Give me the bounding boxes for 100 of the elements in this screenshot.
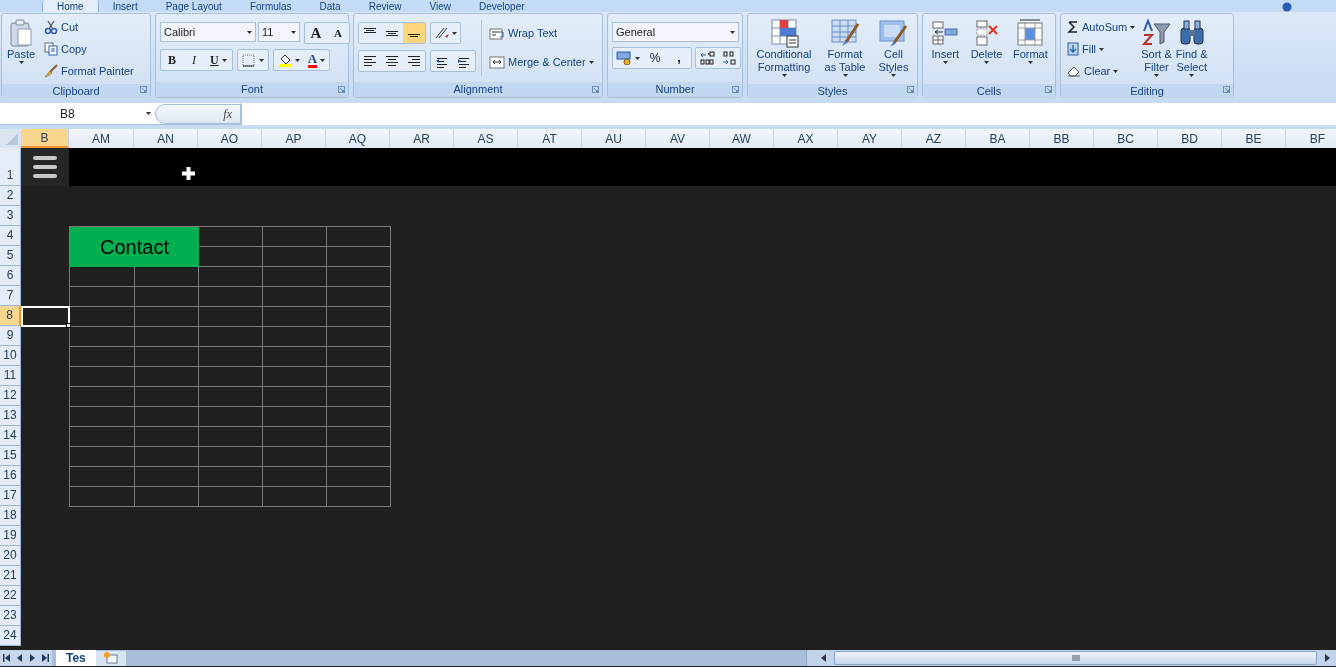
- table-cell[interactable]: [263, 347, 327, 367]
- fill-button[interactable]: Fill: [1065, 38, 1138, 60]
- table-cell[interactable]: [199, 367, 263, 387]
- column-header[interactable]: BB: [1030, 129, 1094, 148]
- row-header[interactable]: 3: [0, 206, 21, 226]
- format-painter-button[interactable]: Format Painter: [42, 60, 136, 82]
- table-cell[interactable]: [70, 447, 135, 467]
- table-cell[interactable]: [327, 407, 391, 427]
- table-cell[interactable]: [199, 267, 263, 287]
- column-header[interactable]: BE: [1222, 129, 1286, 148]
- next-sheet-icon[interactable]: [29, 654, 36, 662]
- ribbon-tab[interactable]: Page Layout: [151, 0, 236, 12]
- row-header[interactable]: 11: [0, 366, 21, 386]
- table-cell[interactable]: [263, 267, 327, 287]
- bold-button[interactable]: B: [161, 50, 183, 70]
- row-header[interactable]: 10: [0, 346, 21, 366]
- table-cell[interactable]: [199, 427, 263, 447]
- table-cell[interactable]: [199, 447, 263, 467]
- table-cell[interactable]: [135, 367, 199, 387]
- table-cell[interactable]: [263, 327, 327, 347]
- row-header[interactable]: 14: [0, 426, 21, 446]
- cut-button[interactable]: Cut: [42, 16, 136, 38]
- table-cell[interactable]: [135, 267, 199, 287]
- row-header[interactable]: 21: [0, 566, 21, 586]
- row-header[interactable]: 6: [0, 266, 21, 286]
- table-cell[interactable]: [263, 367, 327, 387]
- table-cell[interactable]: [199, 327, 263, 347]
- clear-button[interactable]: Clear: [1065, 60, 1138, 82]
- sort-filter-button[interactable]: Sort & Filter: [1139, 16, 1174, 82]
- delete-button[interactable]: Delete: [968, 16, 1005, 82]
- ribbon-tab[interactable]: Review: [354, 0, 416, 12]
- column-header[interactable]: AS: [454, 129, 518, 148]
- column-header[interactable]: AX: [774, 129, 838, 148]
- row-header[interactable]: 12: [0, 386, 21, 406]
- ribbon-tab[interactable]: Data: [305, 0, 355, 12]
- table-cell[interactable]: [263, 487, 327, 507]
- row-header[interactable]: 8: [0, 306, 21, 326]
- currency-format-button[interactable]: [613, 48, 643, 68]
- previous-sheet-icon[interactable]: [16, 654, 23, 662]
- row-header[interactable]: 22: [0, 586, 21, 606]
- table-cell[interactable]: [70, 347, 135, 367]
- selected-cell[interactable]: [21, 306, 70, 327]
- row-header[interactable]: 19: [0, 526, 21, 546]
- ribbon-tab[interactable]: Insert: [98, 0, 152, 12]
- dialog-launcher-icon[interactable]: [140, 86, 147, 93]
- table-cell[interactable]: [263, 407, 327, 427]
- sheet-tab[interactable]: Tes: [56, 650, 96, 666]
- column-header[interactable]: BC: [1094, 129, 1158, 148]
- table-cell[interactable]: [135, 407, 199, 427]
- cell-styles-button[interactable]: Cell Styles: [876, 16, 911, 82]
- dialog-launcher-icon[interactable]: [338, 86, 345, 93]
- table-cell[interactable]: [327, 287, 391, 307]
- table-cell[interactable]: [327, 467, 391, 487]
- table-cell[interactable]: [135, 347, 199, 367]
- column-header[interactable]: B: [21, 129, 69, 148]
- table-cell[interactable]: [135, 327, 199, 347]
- table-cell[interactable]: [327, 267, 391, 287]
- find-select-button[interactable]: Find & Select: [1173, 16, 1210, 82]
- row-header[interactable]: 5: [0, 246, 21, 266]
- table-cell[interactable]: [263, 287, 327, 307]
- table-cell[interactable]: [263, 447, 327, 467]
- formula-function-button[interactable]: fx: [155, 103, 241, 124]
- row-header[interactable]: 4: [0, 226, 21, 246]
- table-cell[interactable]: [327, 387, 391, 407]
- formula-input-field[interactable]: [241, 102, 1336, 125]
- column-header[interactable]: AN: [134, 129, 198, 148]
- vertical-align-button[interactable]: [403, 23, 425, 43]
- dialog-launcher-icon[interactable]: [1045, 86, 1052, 93]
- ribbon-tab[interactable]: Home: [42, 0, 99, 12]
- table-cell[interactable]: [135, 307, 199, 327]
- table-cell[interactable]: [327, 247, 391, 267]
- table-cell[interactable]: [263, 467, 327, 487]
- table-cell[interactable]: [327, 447, 391, 467]
- table-cell[interactable]: [327, 307, 391, 327]
- table-cell[interactable]: [263, 247, 327, 267]
- table-cell[interactable]: [199, 487, 263, 507]
- column-header[interactable]: BF: [1286, 129, 1336, 148]
- autosum-button[interactable]: AutoSum: [1065, 16, 1138, 38]
- dialog-launcher-icon[interactable]: [1223, 86, 1230, 93]
- row-header[interactable]: 23: [0, 606, 21, 626]
- table-cell[interactable]: [327, 427, 391, 447]
- table-cell[interactable]: [327, 367, 391, 387]
- dialog-launcher-icon[interactable]: [907, 86, 914, 93]
- row-header[interactable]: 17: [0, 486, 21, 506]
- underline-button[interactable]: U: [205, 50, 232, 70]
- row-header[interactable]: 13: [0, 406, 21, 426]
- conditional-formatting-button[interactable]: Conditional Formatting: [754, 16, 814, 82]
- table-cell[interactable]: [199, 287, 263, 307]
- row-header[interactable]: 9: [0, 326, 21, 346]
- table-cell[interactable]: [199, 227, 263, 247]
- first-sheet-icon[interactable]: [3, 654, 10, 662]
- contact-button[interactable]: Contact: [70, 227, 199, 267]
- table-cell[interactable]: [199, 347, 263, 367]
- horizontal-scrollbar[interactable]: [806, 650, 1336, 666]
- column-header[interactable]: AZ: [902, 129, 966, 148]
- column-header[interactable]: AT: [518, 129, 582, 148]
- column-header[interactable]: AP: [262, 129, 326, 148]
- number-format-dropdown[interactable]: General: [612, 22, 739, 42]
- table-cell[interactable]: [70, 287, 135, 307]
- table-cell[interactable]: [70, 487, 135, 507]
